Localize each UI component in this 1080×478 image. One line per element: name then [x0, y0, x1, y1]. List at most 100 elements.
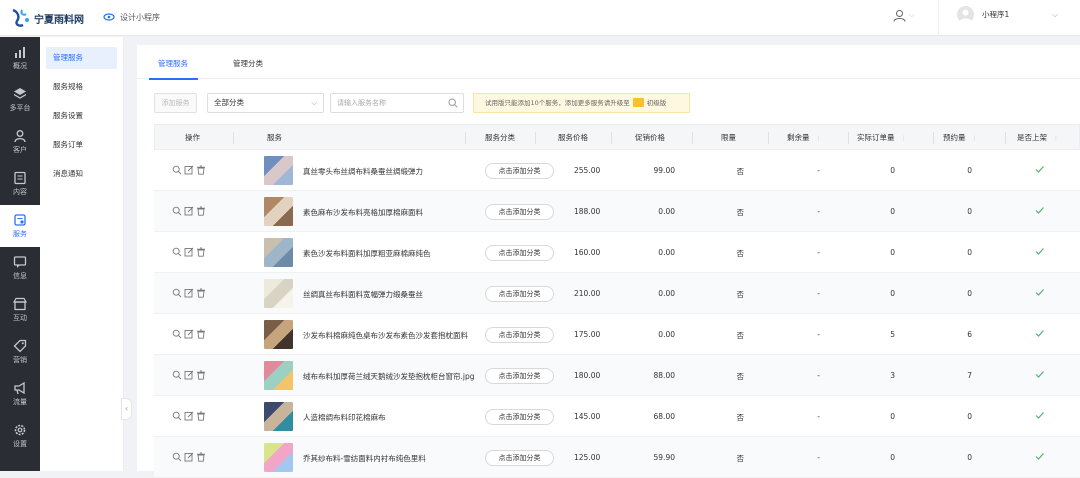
tab-manage-category[interactable]: 管理分类 — [233, 58, 263, 69]
row-actions — [172, 411, 208, 421]
edit-icon[interactable] — [184, 288, 194, 298]
listed-check-icon[interactable] — [1034, 246, 1045, 257]
logo[interactable]: 宁夏雨料网 — [10, 8, 84, 28]
sort-icon[interactable]: ⋮ — [972, 135, 978, 142]
add-category-button[interactable]: 点击添加分类 — [485, 245, 554, 261]
column-header[interactable]: 预约量 ⋮ — [943, 125, 978, 151]
delete-icon[interactable] — [196, 452, 206, 462]
subnav-item[interactable]: 管理服务 — [46, 47, 117, 69]
column-header[interactable]: 剩余量 ⋮ — [787, 125, 822, 151]
promo-price: 59.90 — [653, 453, 675, 462]
edit-icon[interactable] — [184, 329, 194, 339]
sort-icon[interactable]: ⋮ — [1053, 135, 1059, 142]
column-divider — [933, 132, 934, 144]
order-count: 5 — [890, 330, 895, 339]
column-header: 服务 — [267, 125, 282, 151]
service-name[interactable]: 乔其纱布料-雪纺面料内衬布纯色里料 — [303, 453, 426, 464]
nav-item-megaphone[interactable]: 流量 — [0, 373, 40, 415]
add-category-button[interactable]: 点击添加分类 — [485, 450, 554, 466]
tag-icon — [13, 339, 27, 353]
nav-item-message[interactable]: 信息 — [0, 247, 40, 289]
view-icon[interactable] — [172, 206, 182, 216]
tab-manage-service[interactable]: 管理服务 — [158, 58, 188, 69]
view-icon[interactable] — [172, 452, 182, 462]
category-select[interactable]: 全部分类 ⌵ — [207, 93, 324, 113]
listed-check-icon[interactable] — [1034, 287, 1045, 298]
subnav-item[interactable]: 服务订单 — [46, 134, 117, 156]
listed-check-icon[interactable] — [1034, 164, 1045, 175]
nav-item-document[interactable]: 内容 — [0, 163, 40, 205]
view-icon[interactable] — [172, 370, 182, 380]
collapse-sidebar-button[interactable]: ‹ — [121, 398, 132, 420]
delete-icon[interactable] — [196, 206, 206, 216]
column-header[interactable]: 是否上架 ⋮ — [1017, 125, 1059, 151]
service-name[interactable]: 沙发布料棉麻纯色桌布沙发布素色沙发套抱枕面料 — [303, 330, 468, 341]
subnav-item[interactable]: 服务设置 — [46, 105, 117, 127]
column-header: 促销价格 — [635, 125, 665, 151]
edit-icon[interactable] — [184, 247, 194, 257]
listed-check-icon[interactable] — [1034, 205, 1045, 216]
user-menu[interactable]: ⌵ — [893, 9, 914, 22]
nav-item-store[interactable]: 互动 — [0, 289, 40, 331]
search-input[interactable] — [331, 94, 441, 112]
edit-icon[interactable] — [184, 206, 194, 216]
delete-icon[interactable] — [196, 288, 206, 298]
nav-item-label: 互动 — [13, 314, 27, 322]
view-icon[interactable] — [172, 288, 182, 298]
listed-check-icon[interactable] — [1034, 369, 1045, 380]
order-count: 0 — [890, 207, 895, 216]
nav-item-service[interactable]: 服务 — [0, 205, 40, 247]
subnav-item[interactable]: 消息通知 — [46, 163, 117, 185]
add-category-button[interactable]: 点击添加分类 — [485, 204, 554, 220]
add-category-button[interactable]: 点击添加分类 — [485, 409, 554, 425]
user-icon — [893, 10, 906, 22]
add-category-button[interactable]: 点击添加分类 — [485, 163, 554, 179]
delete-icon[interactable] — [196, 370, 206, 380]
listed-check-icon[interactable] — [1034, 410, 1045, 421]
service-name[interactable]: 素色麻布沙发布料亮格加厚棉麻面料 — [303, 207, 423, 218]
listed-check-icon[interactable] — [1034, 328, 1045, 339]
table-row: 人造棉绸布料印花棉麻布 点击添加分类 145.00 68.00 否 - 0 0 — [154, 396, 1080, 437]
nav-item-gear[interactable]: 设置 — [0, 415, 40, 457]
add-category-button[interactable]: 点击添加分类 — [485, 327, 554, 343]
view-icon[interactable] — [172, 411, 182, 421]
add-category-button[interactable]: 点击添加分类 — [485, 286, 554, 302]
edit-icon[interactable] — [184, 370, 194, 380]
service-price: 180.00 — [574, 371, 601, 380]
service-name[interactable]: 绒布布料加厚荷兰绒天鹅绒沙发垫抱枕柜台窗帘.jpg — [303, 371, 475, 382]
remaining-qty: - — [817, 330, 820, 339]
subnav-item[interactable]: 服务规格 — [46, 76, 117, 98]
upgrade-link[interactable]: 初级版 — [647, 99, 667, 107]
service-name[interactable]: 人造棉绸布料印花棉麻布 — [303, 412, 386, 423]
nav-item-layers[interactable]: 多平台 — [0, 79, 40, 121]
sort-icon[interactable]: ⋮ — [816, 135, 822, 142]
edit-icon[interactable] — [184, 452, 194, 462]
delete-icon[interactable] — [196, 247, 206, 257]
column-divider — [692, 132, 693, 144]
service-name[interactable]: 真丝零头布丝绸布料桑蚕丝绸缎弹力 — [303, 166, 423, 177]
account-switcher[interactable]: 小程序1 ⌵ — [957, 6, 1058, 23]
column-header[interactable]: 实际订单量 ⋮ — [857, 125, 907, 151]
view-icon[interactable] — [172, 165, 182, 175]
service-name[interactable]: 丝绸真丝布料面料宽幅弹力缎桑蚕丝 — [303, 289, 423, 300]
add-service-button[interactable]: 添加服务 — [154, 93, 197, 113]
sort-icon[interactable]: ⋮ — [901, 135, 907, 142]
nav-item-chart[interactable]: 概况 — [0, 37, 40, 79]
design-miniprogram-link[interactable]: 设计小程序 — [103, 11, 160, 23]
listed-check-icon[interactable] — [1034, 451, 1045, 462]
delete-icon[interactable] — [196, 411, 206, 421]
delete-icon[interactable] — [196, 165, 206, 175]
search-icon[interactable] — [448, 98, 458, 108]
edit-icon[interactable] — [184, 165, 194, 175]
delete-icon[interactable] — [196, 329, 206, 339]
add-category-button[interactable]: 点击添加分类 — [485, 368, 554, 384]
service-name[interactable]: 素色沙发布料面料加厚粗亚麻棉麻纯色 — [303, 248, 431, 259]
view-icon[interactable] — [172, 329, 182, 339]
service-search[interactable] — [330, 93, 464, 113]
edit-icon[interactable] — [184, 411, 194, 421]
view-icon[interactable] — [172, 247, 182, 257]
remaining-qty: - — [817, 412, 820, 421]
nav-item-user[interactable]: 客户 — [0, 121, 40, 163]
nav-item-tag[interactable]: 营销 — [0, 331, 40, 373]
promo-price: 88.00 — [653, 371, 675, 380]
